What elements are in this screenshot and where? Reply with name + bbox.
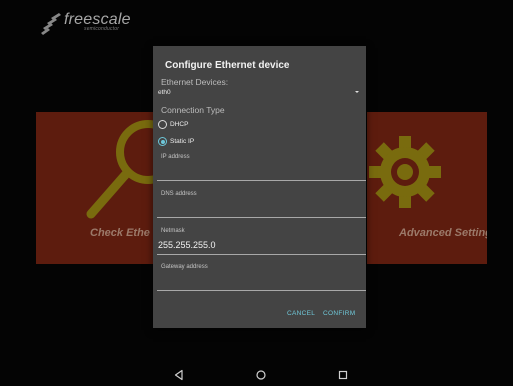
check-ethernet-tile[interactable]: Check Ethe [36, 112, 154, 264]
recents-icon[interactable] [336, 368, 350, 382]
configure-ethernet-dialog: Configure Ethernet device Ethernet Devic… [153, 46, 366, 328]
advanced-setting-tile[interactable]: Advanced Setting [367, 112, 487, 264]
gateway-address-label: Gateway address [161, 264, 208, 270]
cancel-button[interactable]: CANCEL [287, 310, 315, 317]
ip-address-input[interactable] [157, 168, 366, 178]
gear-icon [369, 136, 441, 208]
radio-unchecked-icon [158, 120, 167, 129]
back-icon[interactable] [172, 368, 186, 382]
home-icon[interactable] [254, 368, 268, 382]
ethernet-device-dropdown[interactable]: eth0 [157, 87, 366, 99]
dns-address-label: DNS address [161, 191, 197, 197]
advanced-setting-label: Advanced Setting [399, 227, 487, 239]
dhcp-label[interactable]: DHCP [170, 121, 188, 128]
check-ethernet-label: Check Ethe [90, 227, 150, 239]
dropdown-arrow-icon[interactable] [355, 91, 359, 93]
netmask-underline [157, 254, 366, 255]
logo-mark-icon [41, 13, 61, 35]
dialog-title: Configure Ethernet device [165, 60, 290, 71]
ip-address-label: IP address [161, 154, 190, 160]
freescale-logo: freescale semiconductor [40, 11, 150, 38]
static-ip-radio[interactable] [158, 137, 167, 146]
dhcp-radio[interactable] [158, 120, 167, 129]
static-ip-label[interactable]: Static IP [170, 138, 194, 145]
gateway-address-underline [157, 290, 366, 291]
confirm-button[interactable]: CONFIRM [323, 310, 355, 317]
ethernet-devices-label: Ethernet Devices: [161, 77, 229, 87]
netmask-label: Netmask [161, 228, 185, 234]
logo-subtitle: semiconductor [84, 26, 120, 32]
netmask-input[interactable]: 255.255.255.0 [158, 240, 216, 250]
dns-address-underline [157, 217, 366, 218]
connection-type-label: Connection Type [161, 105, 225, 115]
gateway-address-input[interactable] [157, 277, 366, 287]
dns-address-input[interactable] [157, 204, 366, 214]
system-nav-bar [0, 362, 513, 386]
ethernet-device-value: eth0 [158, 89, 171, 96]
magnifier-icon [86, 120, 154, 219]
radio-dot [160, 139, 165, 144]
ip-address-underline [157, 180, 366, 181]
